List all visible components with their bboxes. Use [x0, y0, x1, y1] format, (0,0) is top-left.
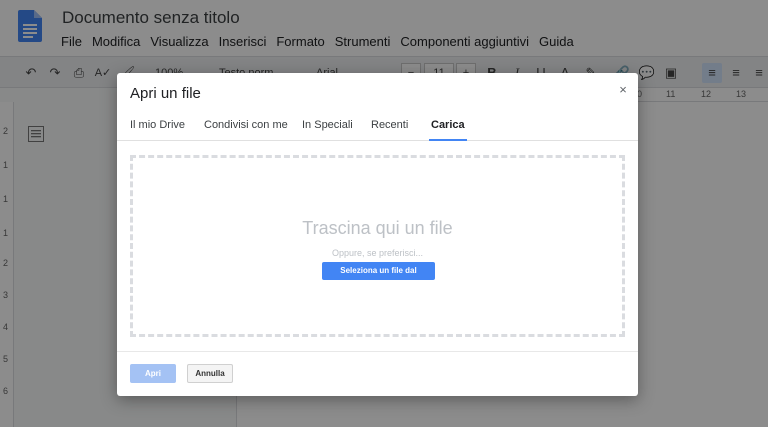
dialog-title: Apri un file — [130, 85, 201, 102]
dialog-tabs: Il mio Drive Condivisi con me In Special… — [117, 111, 638, 141]
select-file-button[interactable]: Seleziona un file dal dispositivo — [322, 262, 435, 293]
close-icon[interactable]: × — [616, 83, 630, 97]
cancel-button[interactable]: Annulla — [187, 364, 233, 383]
tab-recent[interactable]: Recenti — [371, 119, 408, 141]
upload-dropzone[interactable]: Trascina qui un file Oppure, se preferis… — [130, 155, 625, 337]
footer-divider — [117, 351, 638, 352]
dropzone-title: Trascina qui un file — [302, 218, 453, 238]
open-button[interactable]: Apri — [130, 364, 176, 383]
tab-upload[interactable]: Carica — [429, 119, 467, 141]
dropzone-subtitle: Oppure, se preferisci... — [331, 248, 424, 258]
open-file-dialog: Apri un file × Il mio Drive Condivisi co… — [117, 73, 638, 396]
tab-my-drive[interactable]: Il mio Drive — [130, 119, 185, 141]
tab-starred[interactable]: In Speciali — [302, 119, 353, 141]
tab-shared-with-me[interactable]: Condivisi con me — [204, 119, 288, 141]
